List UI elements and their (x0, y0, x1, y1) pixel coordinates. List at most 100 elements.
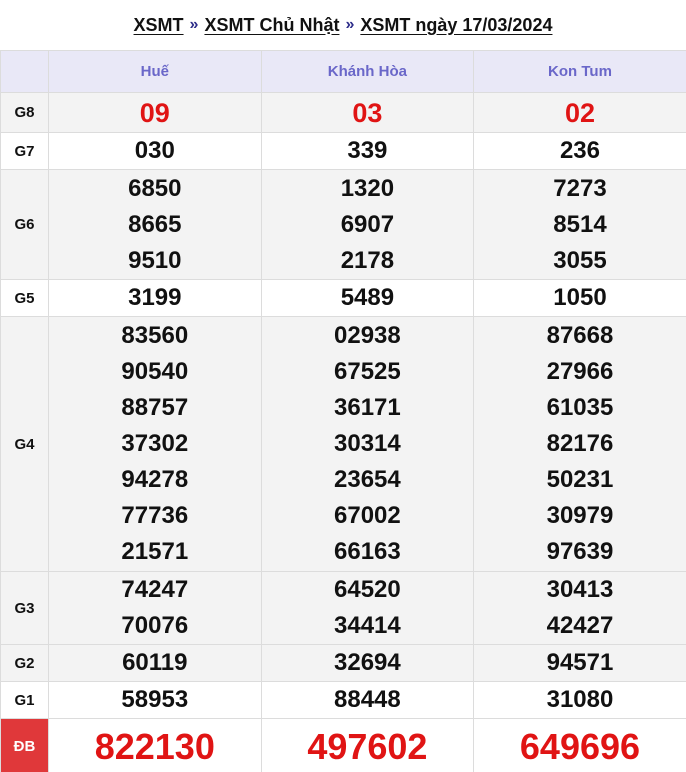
prize-number[interactable]: 649696 (474, 728, 686, 765)
prize-cell: 5489 (260, 279, 475, 317)
prize-number[interactable]: 94571 (474, 645, 686, 681)
prize-cell: 822130 (48, 718, 262, 772)
prize-number[interactable]: 3199 (49, 280, 261, 316)
prize-number[interactable]: 3055 (474, 243, 686, 279)
prize-row-g4: G4 83560 90540 88757 37302 94278 77736 21571 029… (0, 316, 686, 572)
prize-cell: 3199 (48, 279, 262, 317)
prize-number[interactable]: 30314 (262, 426, 474, 462)
prize-cell: 030 (48, 132, 262, 170)
prize-number[interactable]: 09 (49, 95, 261, 131)
province-header-kon-tum[interactable]: Kon Tum (473, 50, 686, 93)
prize-label: G3 (0, 571, 49, 645)
prize-cell: 649696 (473, 718, 686, 772)
prize-number[interactable]: 64520 (262, 572, 474, 608)
prize-number[interactable]: 97639 (474, 534, 686, 570)
results-table: Huế Khánh Hòa Kon Tum G8 09 03 02 G7 030 339 23… (0, 50, 686, 772)
prize-label: G2 (0, 644, 49, 682)
prize-row-g7: G7 030 339 236 (0, 132, 686, 170)
prize-number[interactable]: 74247 (49, 572, 261, 608)
breadcrumb-separator: » (189, 16, 199, 33)
prize-number[interactable]: 9510 (49, 243, 261, 279)
prize-number[interactable]: 1320 (262, 171, 474, 207)
prize-number[interactable]: 6907 (262, 207, 474, 243)
prize-number[interactable]: 32694 (262, 645, 474, 681)
prize-number[interactable]: 2178 (262, 243, 474, 279)
province-header-khanh-hoa[interactable]: Khánh Hòa (260, 50, 475, 93)
prize-cell: 30413 42427 (473, 571, 686, 645)
prize-number[interactable]: 31080 (474, 682, 686, 718)
prize-number[interactable]: 58953 (49, 682, 261, 718)
prize-number[interactable]: 27966 (474, 354, 686, 390)
prize-number[interactable]: 03 (262, 95, 474, 131)
prize-cell: 31080 (473, 681, 686, 719)
prize-number[interactable]: 339 (262, 133, 474, 169)
prize-number[interactable]: 5489 (262, 280, 474, 316)
prize-cell: 64520 34414 (260, 571, 475, 645)
prize-cell: 03 (260, 92, 475, 133)
prize-number[interactable]: 67525 (262, 354, 474, 390)
prize-number[interactable]: 42427 (474, 608, 686, 644)
prize-row-đb: ĐB 822130 497602 649696 (0, 718, 686, 772)
prize-number[interactable]: 236 (474, 133, 686, 169)
prize-number[interactable]: 50231 (474, 462, 686, 498)
prize-number[interactable]: 88757 (49, 390, 261, 426)
prize-number[interactable]: 6850 (49, 171, 261, 207)
prize-cell: 74247 70076 (48, 571, 262, 645)
prize-cell: 1050 (473, 279, 686, 317)
prize-cell: 94571 (473, 644, 686, 682)
prize-number[interactable]: 822130 (49, 728, 261, 765)
prize-number[interactable]: 8514 (474, 207, 686, 243)
prize-number[interactable]: 82176 (474, 426, 686, 462)
prize-number[interactable]: 77736 (49, 498, 261, 534)
prize-number[interactable]: 60119 (49, 645, 261, 681)
prize-number[interactable]: 37302 (49, 426, 261, 462)
breadcrumb-link-xsmt-date[interactable]: XSMT ngày 17/03/2024 (360, 15, 552, 36)
prize-cell: 87668 27966 61035 82176 50231 30979 97639 (473, 316, 686, 572)
prize-label: G7 (0, 132, 49, 170)
prize-number[interactable]: 94278 (49, 462, 261, 498)
prize-cell: 88448 (260, 681, 475, 719)
prize-cell: 32694 (260, 644, 475, 682)
prize-cell: 7273 8514 3055 (473, 169, 686, 280)
prize-cell: 58953 (48, 681, 262, 719)
prize-cell: 497602 (260, 718, 475, 772)
prize-number[interactable]: 8665 (49, 207, 261, 243)
prize-number[interactable]: 030 (49, 133, 261, 169)
prize-number[interactable]: 34414 (262, 608, 474, 644)
breadcrumb-link-xsmt-chu-nhat[interactable]: XSMT Chủ Nhật (204, 15, 339, 36)
prize-cell: 83560 90540 88757 37302 94278 77736 21571 (48, 316, 262, 572)
prize-number[interactable]: 88448 (262, 682, 474, 718)
prize-cell: 02938 67525 36171 30314 23654 67002 66163 (260, 316, 475, 572)
prize-label: G1 (0, 681, 49, 719)
prize-number[interactable]: 36171 (262, 390, 474, 426)
province-header-hue[interactable]: Huế (48, 50, 262, 93)
prize-label: ĐB (0, 718, 49, 772)
prize-number[interactable]: 02938 (262, 318, 474, 354)
prize-number[interactable]: 30413 (474, 572, 686, 608)
prize-label: G8 (0, 92, 49, 133)
prize-number[interactable]: 497602 (262, 728, 474, 765)
prize-number[interactable]: 66163 (262, 534, 474, 570)
prize-cell: 02 (473, 92, 686, 133)
prize-number[interactable]: 87668 (474, 318, 686, 354)
prize-number[interactable]: 83560 (49, 318, 261, 354)
prize-cell: 1320 6907 2178 (260, 169, 475, 280)
prize-number[interactable]: 7273 (474, 171, 686, 207)
prize-number[interactable]: 70076 (49, 608, 261, 644)
prize-number[interactable]: 30979 (474, 498, 686, 534)
breadcrumb: XSMT » XSMT Chủ Nhật » XSMT ngày 17/03/2… (0, 0, 686, 50)
prize-row-g3: G3 74247 70076 64520 34414 30413 42427 (0, 571, 686, 645)
prize-number[interactable]: 02 (474, 95, 686, 131)
prize-number[interactable]: 61035 (474, 390, 686, 426)
breadcrumb-separator: » (345, 16, 355, 33)
prize-number[interactable]: 23654 (262, 462, 474, 498)
prize-number[interactable]: 90540 (49, 354, 261, 390)
prize-cell: 339 (260, 132, 475, 170)
prize-cell: 09 (48, 92, 262, 133)
prize-cell: 60119 (48, 644, 262, 682)
prize-number[interactable]: 21571 (49, 534, 261, 570)
prize-number[interactable]: 1050 (474, 280, 686, 316)
prize-number[interactable]: 67002 (262, 498, 474, 534)
breadcrumb-link-xsmt[interactable]: XSMT (134, 15, 184, 36)
table-corner-cell (0, 50, 49, 93)
